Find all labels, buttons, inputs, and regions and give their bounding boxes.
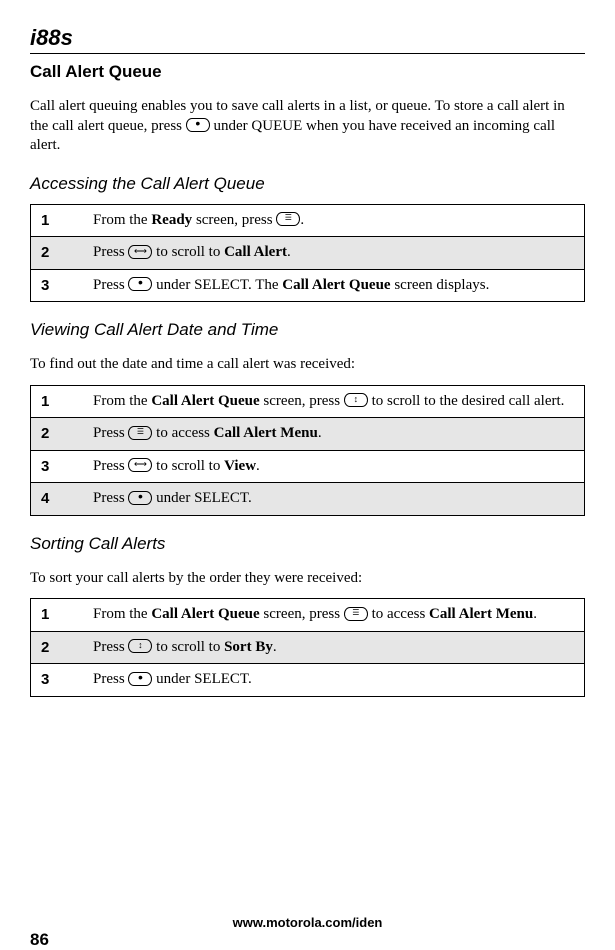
txt: Press xyxy=(93,458,128,474)
section3-table: 1 From the Call Alert Queue screen, pres… xyxy=(30,598,585,697)
txt: under SELECT. The xyxy=(152,277,282,293)
step-text: Press to scroll to Sort By. xyxy=(83,631,585,664)
divider xyxy=(30,53,585,54)
txt: screen, press xyxy=(192,212,276,228)
nav-key-icon xyxy=(128,639,152,653)
step-num: 2 xyxy=(31,418,84,451)
step-num: 1 xyxy=(31,599,84,632)
menu-key-icon xyxy=(276,212,300,226)
txt: Press xyxy=(93,639,128,655)
step-num: 1 xyxy=(31,204,84,237)
dot-key-icon xyxy=(128,491,152,505)
txt: From the xyxy=(93,606,151,622)
txt: to scroll to the desired call alert. xyxy=(368,393,565,409)
dot-key-icon xyxy=(128,672,152,686)
txt: Press xyxy=(93,490,128,506)
menu-key-icon xyxy=(344,607,368,621)
step-text: Press under SELECT. xyxy=(83,483,585,516)
txt: under SELECT. xyxy=(152,671,251,687)
txt: . xyxy=(300,212,304,228)
step-num: 3 xyxy=(31,664,84,697)
txt: Press xyxy=(93,244,128,260)
table-row: 3 Press under SELECT. xyxy=(31,664,585,697)
txt: Press xyxy=(93,277,128,293)
table-row: 1 From the Call Alert Queue screen, pres… xyxy=(31,385,585,418)
txt: From the xyxy=(93,212,151,228)
bold-txt: Call Alert xyxy=(224,244,287,260)
txt: From the xyxy=(93,393,151,409)
table-row: 2 Press to scroll to Call Alert. xyxy=(31,237,585,270)
page-number: 86 xyxy=(30,930,49,950)
table-row: 1 From the Ready screen, press . xyxy=(31,204,585,237)
bold-txt: Call Alert Menu xyxy=(429,606,533,622)
step-num: 2 xyxy=(31,631,84,664)
txt: to scroll to xyxy=(152,244,224,260)
nav-key-icon xyxy=(128,245,152,259)
bold-txt: Call Alert Queue xyxy=(282,277,390,293)
section1-title: Accessing the Call Alert Queue xyxy=(30,174,585,194)
nav-key-icon xyxy=(128,458,152,472)
txt: to access xyxy=(368,606,429,622)
step-num: 3 xyxy=(31,450,84,483)
step-text: Press under SELECT. xyxy=(83,664,585,697)
dot-key-icon xyxy=(128,277,152,291)
bold-txt: Call Alert Menu xyxy=(214,425,318,441)
step-text: Press under SELECT. The Call Alert Queue… xyxy=(83,269,585,302)
section2-desc: To find out the date and time a call ale… xyxy=(30,355,585,375)
table-row: 2 Press to access Call Alert Menu. xyxy=(31,418,585,451)
txt: . xyxy=(256,458,260,474)
step-num: 1 xyxy=(31,385,84,418)
txt: screen, press xyxy=(260,606,344,622)
step-text: Press to access Call Alert Menu. xyxy=(83,418,585,451)
step-num: 2 xyxy=(31,237,84,270)
txt: under SELECT. xyxy=(152,490,251,506)
txt: . xyxy=(273,639,277,655)
table-row: 4 Press under SELECT. xyxy=(31,483,585,516)
bold-txt: Call Alert Queue xyxy=(151,393,259,409)
step-text: From the Call Alert Queue screen, press … xyxy=(83,599,585,632)
txt: . xyxy=(533,606,537,622)
heading: Call Alert Queue xyxy=(30,62,585,82)
txt: to access xyxy=(152,425,213,441)
txt: screen displays. xyxy=(391,277,490,293)
step-text: From the Ready screen, press . xyxy=(83,204,585,237)
step-num: 3 xyxy=(31,269,84,302)
bold-txt: View xyxy=(224,458,256,474)
bold-txt: Sort By xyxy=(224,639,273,655)
intro-text: Call alert queuing enables you to save c… xyxy=(30,97,585,156)
section2-table: 1 From the Call Alert Queue screen, pres… xyxy=(30,385,585,516)
txt: Press xyxy=(93,671,128,687)
txt: Press xyxy=(93,425,128,441)
txt: . xyxy=(287,244,291,260)
section1-table: 1 From the Ready screen, press . 2 Press… xyxy=(30,204,585,303)
table-row: 3 Press to scroll to View. xyxy=(31,450,585,483)
txt: screen, press xyxy=(260,393,344,409)
step-num: 4 xyxy=(31,483,84,516)
step-text: Press to scroll to View. xyxy=(83,450,585,483)
txt: to scroll to xyxy=(152,639,224,655)
bold-txt: Ready xyxy=(151,212,192,228)
brand: i88s xyxy=(30,25,585,51)
section3-title: Sorting Call Alerts xyxy=(30,534,585,554)
table-row: 2 Press to scroll to Sort By. xyxy=(31,631,585,664)
txt: . xyxy=(318,425,322,441)
section2-title: Viewing Call Alert Date and Time xyxy=(30,320,585,340)
table-row: 3 Press under SELECT. The Call Alert Que… xyxy=(31,269,585,302)
footer-url: www.motorola.com/iden xyxy=(0,915,615,930)
step-text: From the Call Alert Queue screen, press … xyxy=(83,385,585,418)
step-text: Press to scroll to Call Alert. xyxy=(83,237,585,270)
section3-desc: To sort your call alerts by the order th… xyxy=(30,569,585,589)
nav-key-icon xyxy=(344,393,368,407)
txt: to scroll to xyxy=(152,458,224,474)
dot-key-icon xyxy=(186,118,210,132)
bold-txt: Call Alert Queue xyxy=(151,606,259,622)
menu-key-icon xyxy=(128,426,152,440)
table-row: 1 From the Call Alert Queue screen, pres… xyxy=(31,599,585,632)
